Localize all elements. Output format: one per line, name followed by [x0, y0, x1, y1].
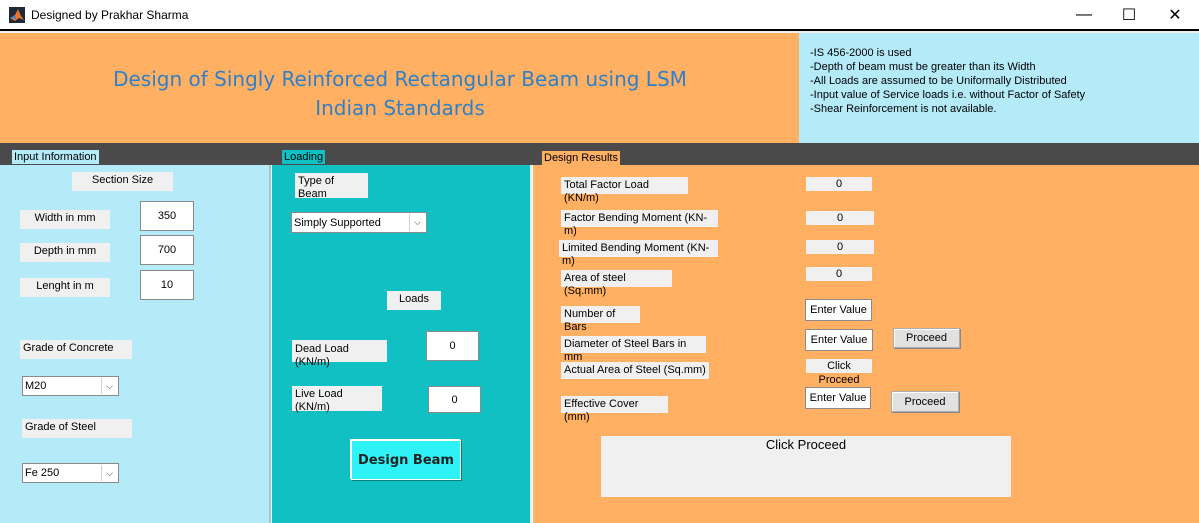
actual-area-of-steel-label: Actual Area of Steel (Sq.mm)	[561, 362, 709, 379]
grade-of-concrete-label: Grade of Concrete	[20, 340, 132, 359]
minimize-button[interactable]: —	[1061, 0, 1107, 30]
chevron-down-icon[interactable]: ⌵	[409, 214, 425, 231]
dead-load-label: Dead Load (KN/m)	[292, 340, 387, 368]
close-button[interactable]: ✕	[1152, 0, 1198, 30]
live-load-label: Live Load (KN/m)	[292, 386, 382, 413]
limited-bending-moment-value: 0	[806, 240, 874, 254]
length-label: Lenght in m	[20, 278, 110, 297]
note-line: -All Loads are assumed to be Uniformally…	[810, 75, 1067, 87]
effective-cover-label: Effective Cover (mm)	[561, 396, 668, 423]
grade-of-steel-select[interactable]: Fe 250 ⌵	[22, 463, 119, 483]
window-title-bar: Designed by Prakhar Sharma — ☐ ✕	[0, 0, 1199, 31]
area-of-steel-label: Area of steel (Sq.mm)	[561, 270, 672, 297]
header-banner: Design of Singly Reinforced Rectangular …	[0, 33, 1199, 143]
notes-box: -IS 456-2000 is used -Depth of beam must…	[799, 33, 1199, 143]
dead-load-input[interactable]: 0	[426, 331, 479, 361]
note-line: -Depth of beam must be greater than its …	[810, 61, 1036, 73]
chevron-down-icon[interactable]: ⌵	[101, 378, 117, 394]
number-of-bars-label: Number of Bars	[561, 306, 640, 333]
window-title: Designed by Prakhar Sharma	[31, 8, 189, 22]
page-title: Design of Singly Reinforced Rectangular …	[113, 67, 687, 91]
type-of-beam-select[interactable]: Simply Supported ⌵	[291, 212, 427, 233]
total-factor-load-value: 0	[806, 177, 872, 191]
design-beam-button[interactable]: Design Beam	[351, 440, 461, 480]
note-line: -Input value of Service loads i.e. witho…	[810, 89, 1086, 101]
actual-area-of-steel-value: Click Proceed	[806, 359, 872, 386]
maximize-button[interactable]: ☐	[1106, 0, 1152, 30]
width-input[interactable]: 350	[140, 201, 194, 231]
note-line: -IS 456-2000 is used	[810, 47, 912, 59]
section-size-label: Section Size	[72, 172, 173, 191]
result-output-box: Click Proceed	[601, 436, 1011, 497]
factor-bending-moment-value: 0	[806, 211, 874, 225]
diameter-of-steel-bars-label: Diameter of Steel Bars in mm	[561, 336, 706, 363]
total-factor-load-label: Total Factor Load (KN/m)	[561, 177, 688, 204]
factor-bending-moment-label: Factor Bending Moment (KN-m)	[561, 210, 718, 237]
depth-input[interactable]: 700	[140, 235, 194, 265]
type-of-beam-value: Simply Supported	[294, 216, 381, 229]
depth-label: Depth in mm	[20, 243, 110, 262]
number-of-bars-input[interactable]: Enter Value	[805, 299, 872, 321]
type-of-beam-label: Type of Beam	[295, 173, 368, 200]
input-panel-title: Input Information	[12, 150, 99, 164]
proceed-cover-button[interactable]: Proceed	[891, 391, 959, 412]
page-subtitle: Indian Standards	[315, 96, 485, 120]
loading-panel-title: Loading	[282, 150, 326, 164]
results-panel-title: Design Results	[542, 151, 620, 165]
grade-of-steel-label: Grade of Steel	[22, 419, 132, 438]
grade-of-steel-value: Fe 250	[25, 467, 60, 479]
width-label: Width in mm	[20, 210, 110, 229]
diameter-of-steel-bars-input[interactable]: Enter Value	[805, 329, 873, 351]
effective-cover-input[interactable]: Enter Value	[805, 387, 871, 409]
matlab-logo-icon	[9, 7, 25, 23]
grade-of-concrete-value: M20	[25, 380, 47, 392]
area-of-steel-value: 0	[806, 267, 872, 281]
grade-of-concrete-select[interactable]: M20 ⌵	[22, 376, 119, 396]
proceed-bars-button[interactable]: Proceed	[893, 328, 960, 348]
length-input[interactable]: 10	[140, 270, 194, 300]
chevron-down-icon[interactable]: ⌵	[101, 465, 117, 481]
limited-bending-moment-label: Limited Bending Moment (KN-m)	[559, 240, 718, 267]
live-load-input[interactable]: 0	[428, 386, 481, 413]
note-line: -Shear Reinforcement is not available.	[810, 103, 997, 115]
loads-label: Loads	[387, 291, 441, 310]
